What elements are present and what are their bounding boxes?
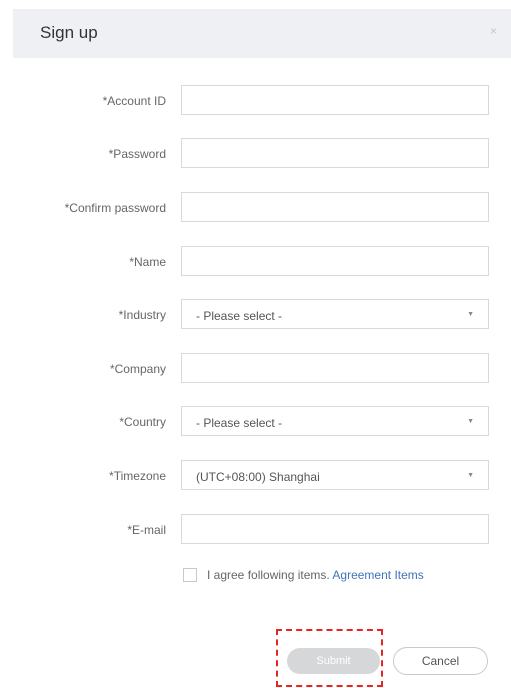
country-select[interactable]: - Please select - ▼ [181, 406, 489, 436]
agreement-checkbox[interactable] [183, 568, 197, 582]
industry-label: *Industry [118, 308, 166, 322]
password-input[interactable] [181, 138, 489, 168]
email-label: *E-mail [127, 523, 166, 537]
country-select-value: - Please select - [196, 416, 283, 430]
industry-select-value: - Please select - [196, 309, 283, 323]
timezone-select-value: (UTC+08:00) Shanghai [196, 470, 320, 484]
industry-select[interactable]: - Please select - ▼ [181, 299, 489, 329]
close-icon[interactable]: × [490, 24, 497, 38]
company-row: *Company [0, 353, 511, 385]
industry-row: *Industry - Please select - ▼ [0, 299, 511, 331]
company-label: *Company [109, 362, 166, 376]
email-input[interactable] [181, 514, 489, 544]
email-row: *E-mail [0, 514, 511, 546]
password-label: *Password [108, 147, 166, 161]
submit-button[interactable]: Submit [287, 648, 380, 674]
country-row: *Country - Please select - ▼ [0, 406, 511, 438]
dialog-title: Sign up [40, 23, 98, 42]
agreement-label: I agree following items. [207, 568, 330, 582]
agreement-items-link[interactable]: Agreement Items [332, 568, 423, 582]
caret-down-icon: ▼ [467, 418, 474, 425]
password-row: *Password [0, 138, 511, 170]
account-id-row: *Account ID [0, 85, 511, 117]
timezone-row: *Timezone (UTC+08:00) Shanghai ▼ [0, 460, 511, 492]
timezone-label: *Timezone [109, 469, 166, 483]
caret-down-icon: ▼ [467, 311, 474, 318]
timezone-select[interactable]: (UTC+08:00) Shanghai ▼ [181, 460, 489, 490]
name-row: *Name [0, 246, 511, 278]
agreement-text: I agree following items. Agreement Items [207, 568, 424, 582]
caret-down-icon: ▼ [467, 472, 474, 479]
confirm-password-label: *Confirm password [64, 201, 166, 215]
confirm-password-row: *Confirm password [0, 192, 511, 224]
company-input[interactable] [181, 353, 489, 383]
cancel-button[interactable]: Cancel [393, 647, 488, 675]
name-input[interactable] [181, 246, 489, 276]
country-label: *Country [119, 415, 166, 429]
dialog-header: Sign up × [13, 9, 511, 58]
account-id-label: *Account ID [102, 94, 166, 108]
name-label: *Name [129, 255, 166, 269]
confirm-password-input[interactable] [181, 192, 489, 222]
account-id-input[interactable] [181, 85, 489, 115]
